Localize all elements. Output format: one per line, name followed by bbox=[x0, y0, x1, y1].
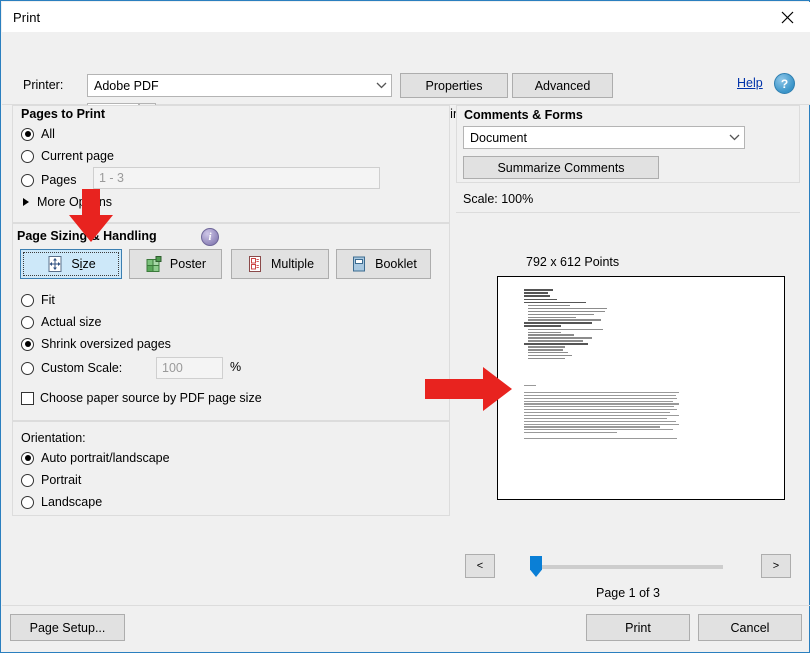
red-down-arrow bbox=[67, 189, 115, 246]
printer-select[interactable]: Adobe PDF bbox=[87, 74, 392, 97]
radio-indicator bbox=[21, 361, 34, 375]
scale-text: Scale: 100% bbox=[463, 192, 534, 206]
printer-label: Printer: bbox=[23, 78, 64, 92]
preview-toc-block bbox=[524, 289, 634, 361]
radio-indicator bbox=[21, 293, 34, 307]
radio-portrait-label: Portrait bbox=[41, 473, 82, 487]
radio-actual-size-label: Actual size bbox=[41, 315, 102, 329]
booklet-icon bbox=[350, 255, 368, 273]
percent-label: % bbox=[230, 360, 242, 374]
radio-pages[interactable]: Pages bbox=[21, 173, 76, 187]
cancel-button[interactable]: Cancel bbox=[698, 614, 802, 641]
radio-indicator bbox=[21, 495, 34, 509]
radio-indicator bbox=[21, 473, 34, 487]
printer-selected-value: Adobe PDF bbox=[94, 78, 159, 93]
tab-booklet[interactable]: Booklet bbox=[336, 249, 431, 279]
radio-landscape[interactable]: Landscape bbox=[21, 495, 102, 509]
printer-section: Printer: Adobe PDF Properties Advanced H… bbox=[2, 32, 810, 125]
preview-paragraph-block bbox=[524, 385, 679, 441]
title-bar: Print bbox=[2, 2, 810, 32]
tab-size[interactable]: Size bbox=[20, 249, 122, 279]
radio-current-page[interactable]: Current page bbox=[21, 149, 114, 163]
radio-all[interactable]: All bbox=[21, 127, 55, 141]
print-dialog: Print Printer: Adobe PDF Properties Adva… bbox=[0, 0, 810, 653]
comments-select[interactable]: Document bbox=[463, 126, 745, 149]
close-icon[interactable] bbox=[764, 2, 810, 32]
tab-multiple[interactable]: Multiple bbox=[231, 249, 329, 279]
comments-selected-value: Document bbox=[470, 130, 527, 145]
radio-indicator bbox=[21, 173, 34, 187]
tab-poster-label: Poster bbox=[169, 257, 207, 271]
radio-all-label: All bbox=[41, 127, 55, 141]
info-icon[interactable]: i bbox=[201, 228, 219, 246]
radio-portrait[interactable]: Portrait bbox=[21, 473, 81, 487]
paper-source-label: Choose paper source by PDF page size bbox=[40, 391, 262, 405]
radio-indicator bbox=[21, 451, 34, 465]
pages-to-print-title: Pages to Print bbox=[21, 107, 106, 121]
radio-shrink-oversized[interactable]: Shrink oversized pages bbox=[21, 337, 171, 351]
help-link[interactable]: Help bbox=[737, 76, 763, 90]
orientation-title: Orientation: bbox=[21, 431, 86, 445]
page-preview[interactable] bbox=[497, 276, 785, 500]
previous-page-button[interactable]: < bbox=[465, 554, 495, 578]
comments-forms-title: Comments & Forms bbox=[464, 108, 583, 122]
chevron-right-icon[interactable] bbox=[23, 198, 29, 206]
window-title: Print bbox=[13, 9, 41, 25]
summarize-comments-button[interactable]: Summarize Comments bbox=[463, 156, 659, 179]
page-slider-thumb[interactable] bbox=[530, 556, 542, 577]
next-page-button[interactable]: > bbox=[761, 554, 791, 578]
checkbox-box bbox=[21, 391, 34, 405]
advanced-button[interactable]: Advanced bbox=[512, 73, 613, 98]
page-setup-button[interactable]: Page Setup... bbox=[10, 614, 125, 641]
footer-divider bbox=[2, 605, 810, 606]
radio-actual-size[interactable]: Actual size bbox=[21, 315, 101, 329]
radio-current-page-label: Current page bbox=[41, 149, 114, 163]
focus-ring bbox=[23, 252, 119, 276]
radio-indicator bbox=[21, 315, 34, 329]
poster-tile-icon bbox=[145, 255, 163, 273]
chevron-down-icon bbox=[371, 75, 391, 96]
radio-custom-scale[interactable]: Custom Scale: bbox=[21, 361, 122, 375]
radio-auto-label: Auto portrait/landscape bbox=[41, 451, 170, 465]
radio-indicator bbox=[21, 127, 34, 141]
custom-scale-input[interactable]: 100 bbox=[156, 357, 223, 379]
red-right-arrow bbox=[425, 367, 513, 415]
radio-pages-label: Pages bbox=[41, 173, 77, 187]
radio-landscape-label: Landscape bbox=[41, 495, 103, 509]
chevron-down-icon bbox=[724, 127, 744, 148]
properties-button[interactable]: Properties bbox=[400, 73, 508, 98]
question-mark-icon[interactable]: ? bbox=[774, 73, 795, 94]
print-button[interactable]: Print bbox=[586, 614, 690, 641]
radio-fit-label: Fit bbox=[41, 293, 55, 307]
radio-shrink-label: Shrink oversized pages bbox=[41, 337, 171, 351]
multiple-pages-icon bbox=[246, 255, 264, 273]
pages-range-input[interactable]: 1 - 3 bbox=[93, 167, 380, 189]
radio-custom-scale-label: Custom Scale: bbox=[41, 361, 123, 375]
page-count-label: Page 1 of 3 bbox=[596, 586, 660, 600]
page-size-text: 792 x 612 Points bbox=[526, 255, 620, 269]
paper-source-checkbox[interactable]: Choose paper source by PDF page size bbox=[21, 391, 262, 405]
divider bbox=[456, 212, 800, 213]
tab-booklet-label: Booklet bbox=[375, 257, 417, 271]
radio-indicator bbox=[21, 149, 34, 163]
page-slider-track[interactable] bbox=[531, 565, 723, 569]
tab-multiple-label: Multiple bbox=[270, 257, 315, 271]
radio-fit[interactable]: Fit bbox=[21, 293, 55, 307]
radio-indicator bbox=[21, 337, 34, 351]
radio-auto-orientation[interactable]: Auto portrait/landscape bbox=[21, 451, 170, 465]
tab-poster[interactable]: Poster bbox=[129, 249, 222, 279]
